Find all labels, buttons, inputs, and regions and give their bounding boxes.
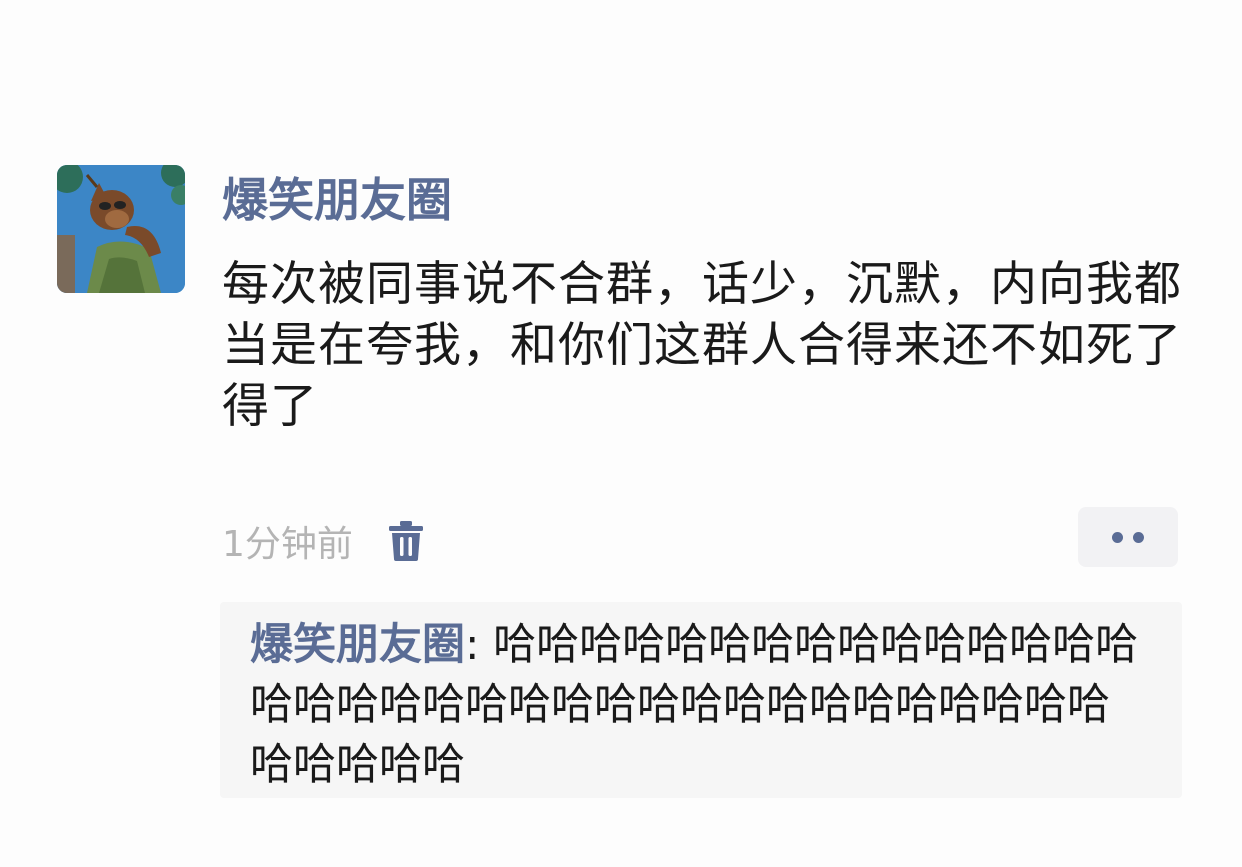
avatar[interactable] <box>57 165 185 293</box>
avatar-bear-image <box>57 165 185 293</box>
two-dots-icon <box>1112 531 1123 543</box>
post-meta-row: 1分钟前 <box>222 513 423 569</box>
moments-post: 爆笑朋友圈 每次被同事说不合群，话少，沉默，内向我都当是在夸我，和你们这群人合得… <box>0 0 1242 867</box>
more-actions-button[interactable] <box>1078 507 1178 567</box>
post-timestamp: 1分钟前 <box>222 524 353 565</box>
post-content: 每次被同事说不合群，话少，沉默，内向我都当是在夸我，和你们这群人合得来还不如死了… <box>222 257 1182 434</box>
comment-section: 爆笑朋友圈: 哈哈哈哈哈哈哈哈哈哈哈哈哈哈哈哈哈哈哈哈哈哈哈哈哈哈哈哈哈哈哈哈哈… <box>220 602 1182 798</box>
two-dots-icon <box>1133 531 1144 543</box>
trash-icon[interactable] <box>388 521 423 561</box>
post-author-name[interactable]: 爆笑朋友圈 <box>222 168 452 232</box>
comment-item: 爆笑朋友圈: 哈哈哈哈哈哈哈哈哈哈哈哈哈哈哈哈哈哈哈哈哈哈哈哈哈哈哈哈哈哈哈哈哈… <box>250 615 1150 795</box>
comment-separator: : <box>465 620 494 670</box>
comment-author[interactable]: 爆笑朋友圈 <box>250 620 465 670</box>
